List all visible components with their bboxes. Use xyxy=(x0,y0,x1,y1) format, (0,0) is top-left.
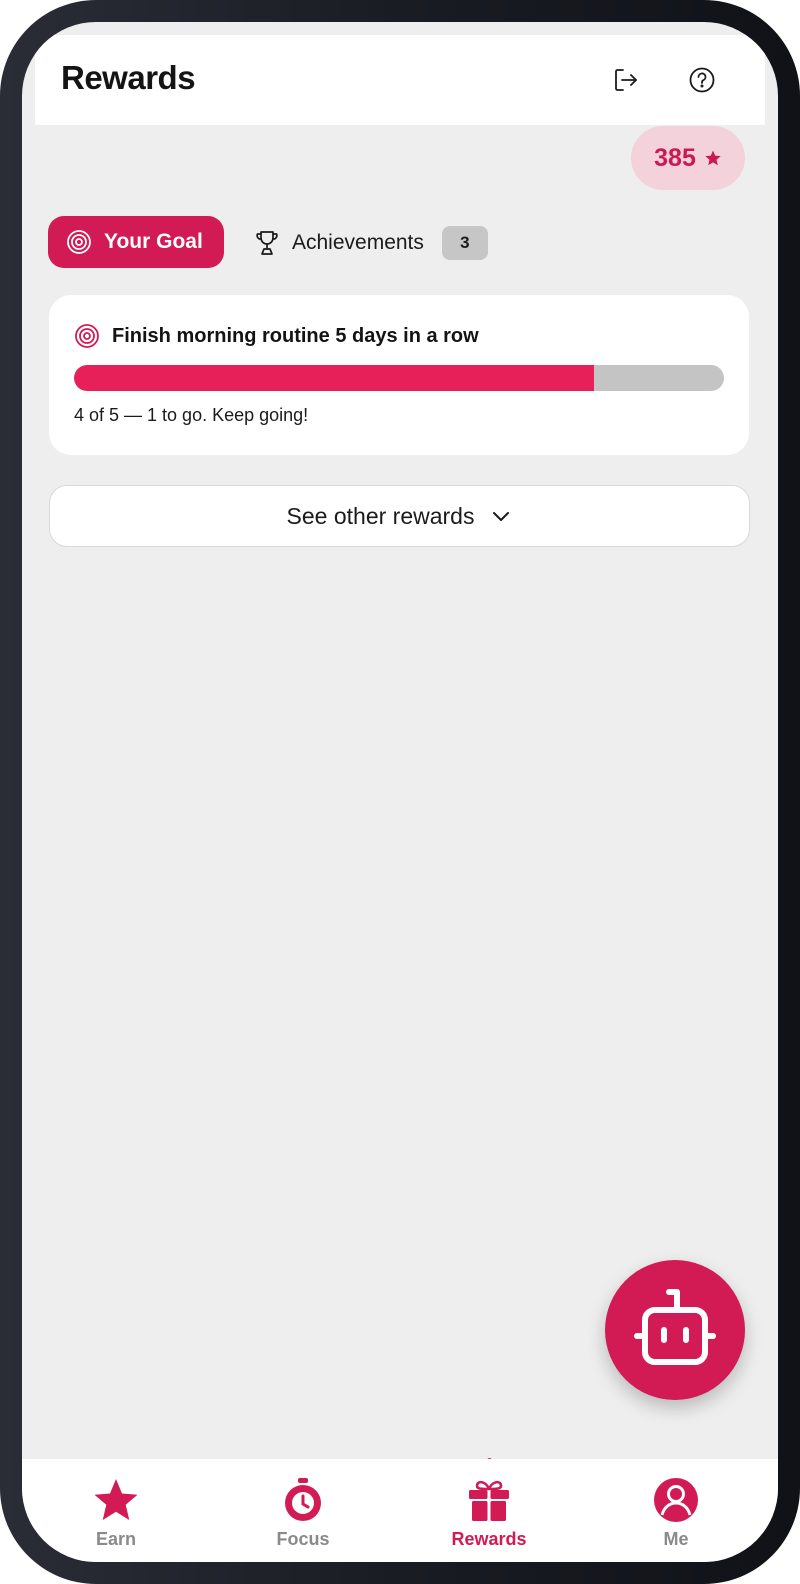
app-screen: Rewards 385 Your Goal Achievements 3 Fin… xyxy=(22,22,778,1562)
achievements-count-badge: 3 xyxy=(441,226,488,260)
nav-label-earn: Earn xyxy=(95,1529,137,1549)
logout-button[interactable] xyxy=(611,65,641,95)
nav-label-rewards: Rewards xyxy=(451,1529,527,1549)
nav-item-focus[interactable]: Focus xyxy=(228,1459,378,1562)
see-other-rewards-button[interactable]: See other rewards xyxy=(49,485,750,547)
bottom-navigation: Earn Focus Rewards Me xyxy=(22,1459,778,1562)
nav-item-me[interactable]: Me xyxy=(601,1459,751,1562)
tab-achievements[interactable]: Achievements 3 xyxy=(254,220,488,266)
nav-item-earn[interactable]: Earn xyxy=(41,1459,191,1562)
chevron-down-icon xyxy=(493,512,510,521)
goal-progress-bar xyxy=(74,365,724,391)
points-value: 385 xyxy=(654,143,696,172)
nav-item-rewards[interactable]: Rewards xyxy=(414,1459,564,1562)
star-icon xyxy=(94,1479,138,1520)
help-button[interactable] xyxy=(687,65,717,95)
robot-icon xyxy=(634,1289,716,1365)
nav-label-focus: Focus xyxy=(276,1529,330,1549)
goal-title: Finish morning routine 5 days in a row xyxy=(112,324,479,347)
tab-achievements-label: Achievements xyxy=(292,231,424,254)
app-header: Rewards xyxy=(35,35,765,125)
stopwatch-icon xyxy=(285,1478,321,1521)
tab-your-goal[interactable]: Your Goal xyxy=(48,216,224,268)
goal-status-text: 4 of 5 — 1 to go. Keep going! xyxy=(74,405,309,425)
target-icon xyxy=(67,230,91,254)
help-circle-icon xyxy=(689,67,715,93)
target-icon xyxy=(75,324,99,348)
device-frame: Rewards 385 Your Goal Achievements 3 Fin… xyxy=(0,0,800,1584)
trophy-icon xyxy=(256,231,278,255)
star-icon xyxy=(705,150,721,166)
assistant-fab-button[interactable] xyxy=(605,1260,745,1400)
gift-icon xyxy=(469,1480,509,1521)
logout-icon xyxy=(615,69,637,91)
goal-progress-fill xyxy=(74,365,594,391)
goal-header: Finish morning routine 5 days in a row xyxy=(74,323,479,349)
see-other-rewards-label: See other rewards xyxy=(286,502,475,529)
user-icon xyxy=(654,1478,698,1522)
tab-your-goal-label: Your Goal xyxy=(104,230,203,253)
page-title: Rewards xyxy=(61,59,196,96)
nav-label-me: Me xyxy=(663,1529,689,1549)
points-balance[interactable]: 385 xyxy=(631,126,745,190)
goal-card: Finish morning routine 5 days in a row 4… xyxy=(49,295,749,455)
